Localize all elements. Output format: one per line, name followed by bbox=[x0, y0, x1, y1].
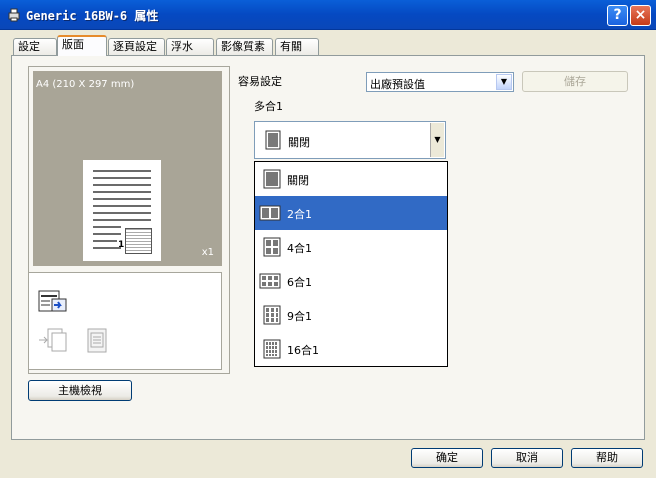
paper-size-label: A4 (210 X 297 mm) bbox=[36, 79, 135, 90]
cancel-button[interactable]: 取消 bbox=[491, 448, 563, 468]
host-view-button[interactable]: 主機檢視 bbox=[28, 380, 132, 401]
tab-per-page[interactable]: 逐頁設定 bbox=[108, 38, 165, 55]
nup-option-6up[interactable]: 6合1 bbox=[255, 264, 447, 298]
tab-about[interactable]: 有關 bbox=[275, 38, 319, 55]
tab-image-quality[interactable]: 影像質素 bbox=[216, 38, 273, 55]
nup-select[interactable]: 關閉 ▼ bbox=[254, 121, 446, 159]
page-16up-icon bbox=[263, 339, 281, 359]
nup-option-16up[interactable]: 16合1 bbox=[255, 332, 447, 366]
page-1up-icon bbox=[265, 130, 281, 150]
page-2up-icon bbox=[259, 205, 281, 221]
nup-label: 多合1 bbox=[254, 100, 283, 113]
tab-label: 浮水 bbox=[171, 40, 193, 53]
tab-settings[interactable]: 設定 bbox=[13, 38, 57, 55]
page-9up-icon bbox=[263, 305, 281, 325]
nup-dropdown-list: 關閉 2合1 4合1 6合1 9合1 16合1 bbox=[254, 161, 448, 367]
nup-option-label: 關閉 bbox=[287, 174, 309, 187]
nup-option-label: 6合1 bbox=[287, 276, 312, 289]
window-title: Generic 16BW-6 属性 bbox=[26, 9, 159, 23]
tab-label: 影像質素 bbox=[221, 40, 265, 53]
close-icon[interactable]: × bbox=[630, 5, 651, 26]
easy-settings-value: 出廠預設值 bbox=[370, 78, 425, 91]
help-icon[interactable]: ? bbox=[607, 5, 628, 26]
output-options-box bbox=[28, 272, 222, 370]
save-button[interactable]: 儲存 bbox=[522, 71, 628, 92]
booklet-icon[interactable] bbox=[86, 328, 108, 354]
title-bar: Generic 16BW-6 属性 ? × bbox=[0, 0, 656, 30]
paper-sheet: 1 bbox=[83, 160, 161, 261]
ok-button[interactable]: 确定 bbox=[411, 448, 483, 468]
tab-layout[interactable]: 版面 bbox=[57, 35, 107, 56]
nup-option-4up[interactable]: 4合1 bbox=[255, 230, 447, 264]
copies-count: x1 bbox=[201, 247, 214, 258]
staple-output-icon[interactable] bbox=[38, 290, 68, 314]
chevron-down-icon[interactable]: ▼ bbox=[430, 123, 444, 157]
page-preview: A4 (210 X 297 mm) 1 x1 bbox=[33, 71, 222, 266]
easy-settings-label: 容易設定 bbox=[238, 75, 282, 88]
nup-option-label: 4合1 bbox=[287, 242, 312, 255]
tab-label: 逐頁設定 bbox=[113, 40, 157, 53]
small-page-icon bbox=[125, 228, 152, 254]
nup-option-2up[interactable]: 2合1 bbox=[255, 196, 447, 230]
nup-selected-value: 關閉 bbox=[288, 136, 310, 149]
help-button[interactable]: 帮助 bbox=[571, 448, 643, 468]
page-number: 1 bbox=[118, 240, 125, 250]
page-4up-icon bbox=[263, 237, 281, 257]
nup-option-9up[interactable]: 9合1 bbox=[255, 298, 447, 332]
chevron-down-icon[interactable]: ▼ bbox=[496, 74, 512, 90]
tab-label: 版面 bbox=[62, 38, 84, 51]
nup-option-label: 2合1 bbox=[287, 208, 312, 221]
page-1up-icon bbox=[263, 169, 281, 189]
page-6up-icon bbox=[259, 273, 281, 289]
tab-label: 設定 bbox=[18, 40, 40, 53]
tab-label: 有關 bbox=[280, 40, 302, 53]
nup-option-label: 9合1 bbox=[287, 310, 312, 323]
nup-option-label: 16合1 bbox=[287, 344, 319, 357]
printer-icon bbox=[8, 8, 20, 22]
easy-settings-select[interactable]: 出廠預設值 ▼ bbox=[366, 72, 514, 92]
collate-icon[interactable] bbox=[38, 328, 68, 354]
tab-watermark[interactable]: 浮水 bbox=[166, 38, 214, 55]
nup-option-off[interactable]: 關閉 bbox=[255, 162, 447, 196]
